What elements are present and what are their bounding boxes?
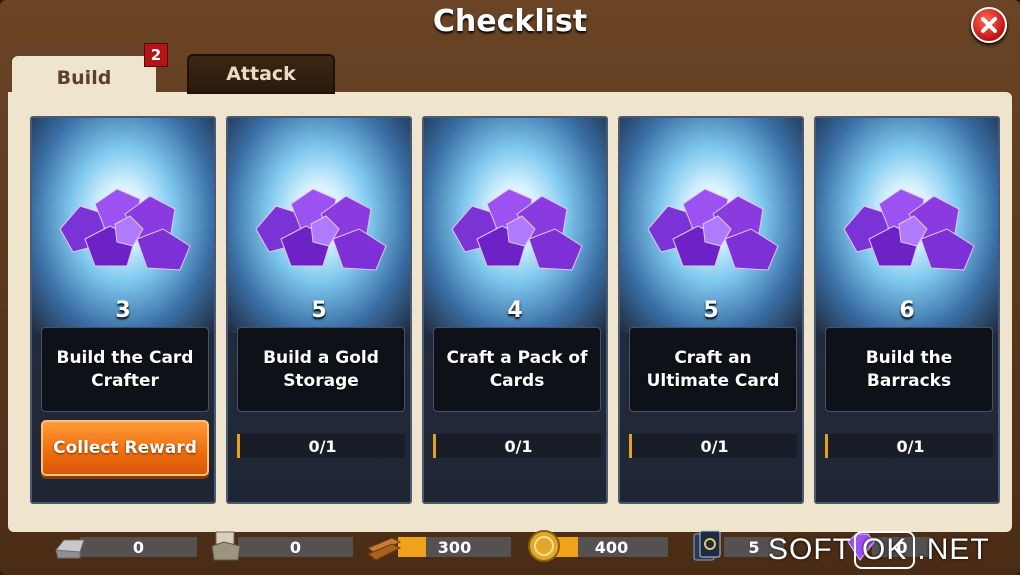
- task-progress: 0/1: [237, 434, 405, 458]
- reward-amount: 6: [899, 298, 915, 323]
- task-card-4: 5 Craft an Ultimate Card 0/1: [618, 116, 804, 504]
- reward-amount: 5: [703, 298, 719, 323]
- gem-pile-icon: [255, 188, 387, 271]
- gold-coin-icon: [528, 530, 560, 562]
- stone-resource-bar: 0: [238, 537, 353, 557]
- close-icon: [981, 17, 997, 33]
- gem-pile-icon: [59, 188, 191, 271]
- tab-build[interactable]: Build: [12, 56, 156, 100]
- task-description: Build the Barracks: [825, 327, 993, 412]
- resource-value: 5: [748, 537, 760, 557]
- watermark: SOFT OK .NET: [768, 530, 990, 570]
- task-description: Build the Card Crafter: [41, 327, 209, 412]
- resource-value: 400: [594, 537, 629, 557]
- task-description: Craft a Pack of Cards: [433, 327, 601, 412]
- iron-resource-bar: 0: [80, 537, 197, 557]
- task-progress: 0/1: [629, 434, 797, 458]
- close-button[interactable]: [971, 7, 1007, 43]
- gold-resource-bar: 400: [555, 537, 668, 557]
- task-card-2: 5 Build a Gold Storage 0/1: [226, 116, 412, 504]
- task-progress: 0/1: [825, 434, 993, 458]
- task-card-1: 3 Build the Card Crafter Collect Reward: [30, 116, 216, 504]
- watermark-left: SOFT: [768, 533, 852, 566]
- resource-value: 0: [132, 537, 145, 557]
- wood-planks-icon: [367, 537, 402, 561]
- card-deck-icon: [693, 530, 721, 561]
- reward-amount: 4: [507, 298, 523, 323]
- gem-pile-icon: [843, 188, 975, 271]
- collect-reward-button[interactable]: Collect Reward: [41, 420, 209, 476]
- tab-attack[interactable]: Attack: [187, 54, 335, 94]
- task-description: Craft an Ultimate Card: [629, 327, 797, 412]
- task-card-3: 4 Craft a Pack of Cards 0/1: [422, 116, 608, 504]
- task-description: Build a Gold Storage: [237, 327, 405, 412]
- resource-value: 300: [437, 537, 472, 557]
- build-tab-badge: 2: [144, 43, 168, 67]
- wood-resource-bar: 300: [398, 537, 511, 557]
- watermark-right: .NET: [917, 533, 990, 566]
- resource-fill: [398, 537, 427, 557]
- gem-pile-icon: [451, 188, 583, 271]
- iron-ingot-icon: [55, 539, 85, 559]
- reward-amount: 3: [115, 298, 131, 323]
- task-progress: 0/1: [433, 434, 601, 458]
- task-card-5: 6 Build the Barracks 0/1: [814, 116, 1000, 504]
- window-title: Checklist: [432, 4, 588, 39]
- gem-pile-icon: [647, 188, 779, 271]
- resource-value: 0: [289, 537, 302, 557]
- resource-value: 0: [896, 537, 908, 557]
- stone-icon: [211, 531, 241, 561]
- reward-amount: 5: [311, 298, 327, 323]
